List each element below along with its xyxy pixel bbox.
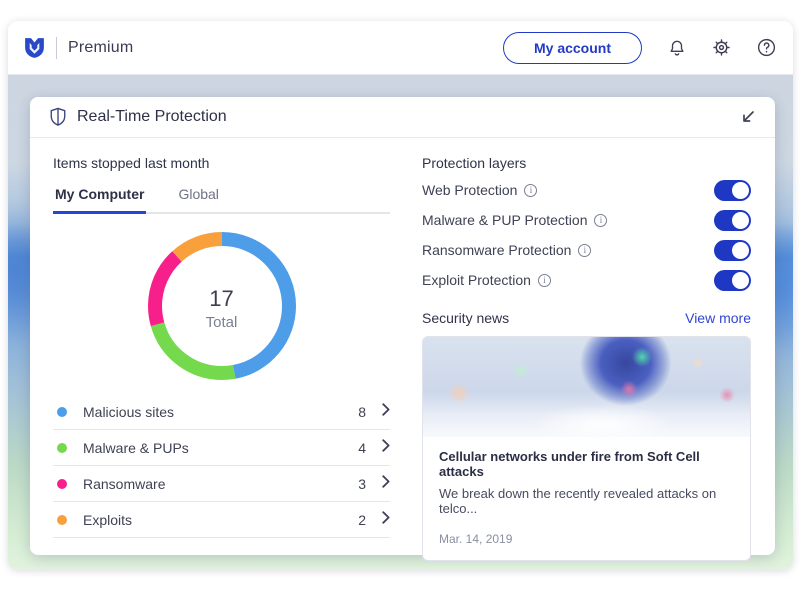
layer-label: Malware & PUP Protection [422, 212, 587, 228]
security-news-header: Security news View more [422, 310, 751, 326]
news-article-description: We break down the recently revealed atta… [439, 486, 734, 516]
stat-value: 4 [358, 440, 366, 456]
notifications-bell-icon[interactable] [666, 37, 687, 58]
web-protection-toggle[interactable] [714, 180, 751, 201]
layer-ransomware-protection: Ransomware Protection i [422, 239, 751, 261]
top-bar: Premium My account [8, 21, 793, 75]
realtime-protection-card: Real-Time Protection Items stopped last … [30, 97, 775, 555]
info-icon[interactable]: i [594, 214, 607, 227]
donut-total-caption: Total [206, 314, 238, 331]
news-article-title: Cellular networks under fire from Soft C… [439, 449, 734, 479]
chevron-right-icon [382, 511, 390, 529]
tab-my-computer[interactable]: My Computer [53, 186, 146, 214]
stat-row-ransomware[interactable]: Ransomware 3 [53, 466, 390, 502]
stat-label: Ransomware [83, 476, 358, 492]
donut-center-label: 17 Total [147, 231, 297, 386]
chevron-right-icon [382, 475, 390, 493]
exploits-dot-icon [57, 515, 67, 525]
malware-pups-dot-icon [57, 443, 67, 453]
stat-row-malicious-sites[interactable]: Malicious sites 8 [53, 394, 390, 430]
news-article-card[interactable]: Cellular networks under fire from Soft C… [422, 336, 751, 561]
stat-value: 3 [358, 476, 366, 492]
malicious-sites-dot-icon [57, 407, 67, 417]
donut-total-value: 17 [209, 286, 233, 312]
stat-row-malware-pups[interactable]: Malware & PUPs 4 [53, 430, 390, 466]
stat-label: Malicious sites [83, 404, 358, 420]
chevron-right-icon [382, 439, 390, 457]
stat-label: Exploits [83, 512, 358, 528]
news-article-date: Mar. 14, 2019 [439, 532, 734, 546]
layer-malware-pup-protection: Malware & PUP Protection i [422, 209, 751, 231]
layer-label: Web Protection [422, 182, 517, 198]
stat-value: 8 [358, 404, 366, 420]
info-icon[interactable]: i [524, 184, 537, 197]
settings-gear-icon[interactable] [711, 37, 732, 58]
layer-web-protection: Web Protection i [422, 179, 751, 201]
tab-global[interactable]: Global [176, 186, 220, 212]
card-header: Real-Time Protection [30, 97, 775, 138]
shield-icon [49, 107, 67, 127]
info-icon[interactable]: i [578, 244, 591, 257]
protection-panel: Protection layers Web Protection i Malwa… [408, 138, 775, 554]
protection-heading: Protection layers [422, 155, 751, 171]
collapse-arrow-icon[interactable] [737, 106, 759, 128]
layer-label: Ransomware Protection [422, 242, 571, 258]
stat-row-exploits[interactable]: Exploits 2 [53, 502, 390, 538]
news-article-image [423, 337, 750, 437]
help-icon[interactable] [756, 37, 777, 58]
security-news-heading: Security news [422, 310, 509, 326]
chevron-right-icon [382, 403, 390, 421]
donut-chart: 17 Total [147, 231, 297, 386]
stat-label: Malware & PUPs [83, 440, 358, 456]
malwarebytes-logo-icon [22, 35, 47, 60]
layer-exploit-protection: Exploit Protection i [422, 269, 751, 291]
brand-divider [56, 37, 57, 59]
brand-name: Premium [68, 39, 133, 57]
ransomware-dot-icon [57, 479, 67, 489]
ransomware-protection-toggle[interactable] [714, 240, 751, 261]
card-title: Real-Time Protection [77, 108, 227, 126]
stats-panel: Items stopped last month My Computer Glo… [30, 138, 408, 554]
view-more-link[interactable]: View more [685, 310, 751, 326]
exploit-protection-toggle[interactable] [714, 270, 751, 291]
stat-value: 2 [358, 512, 366, 528]
layer-label: Exploit Protection [422, 272, 531, 288]
info-icon[interactable]: i [538, 274, 551, 287]
stats-heading: Items stopped last month [53, 155, 390, 171]
my-account-button[interactable]: My account [503, 32, 642, 64]
stats-list: Malicious sites 8 Malware & PUPs 4 Ranso… [53, 394, 390, 538]
malware-pup-protection-toggle[interactable] [714, 210, 751, 231]
stats-tabs: My Computer Global [53, 186, 390, 214]
news-article-text: Cellular networks under fire from Soft C… [423, 437, 750, 560]
app-window: Premium My account [8, 21, 793, 570]
